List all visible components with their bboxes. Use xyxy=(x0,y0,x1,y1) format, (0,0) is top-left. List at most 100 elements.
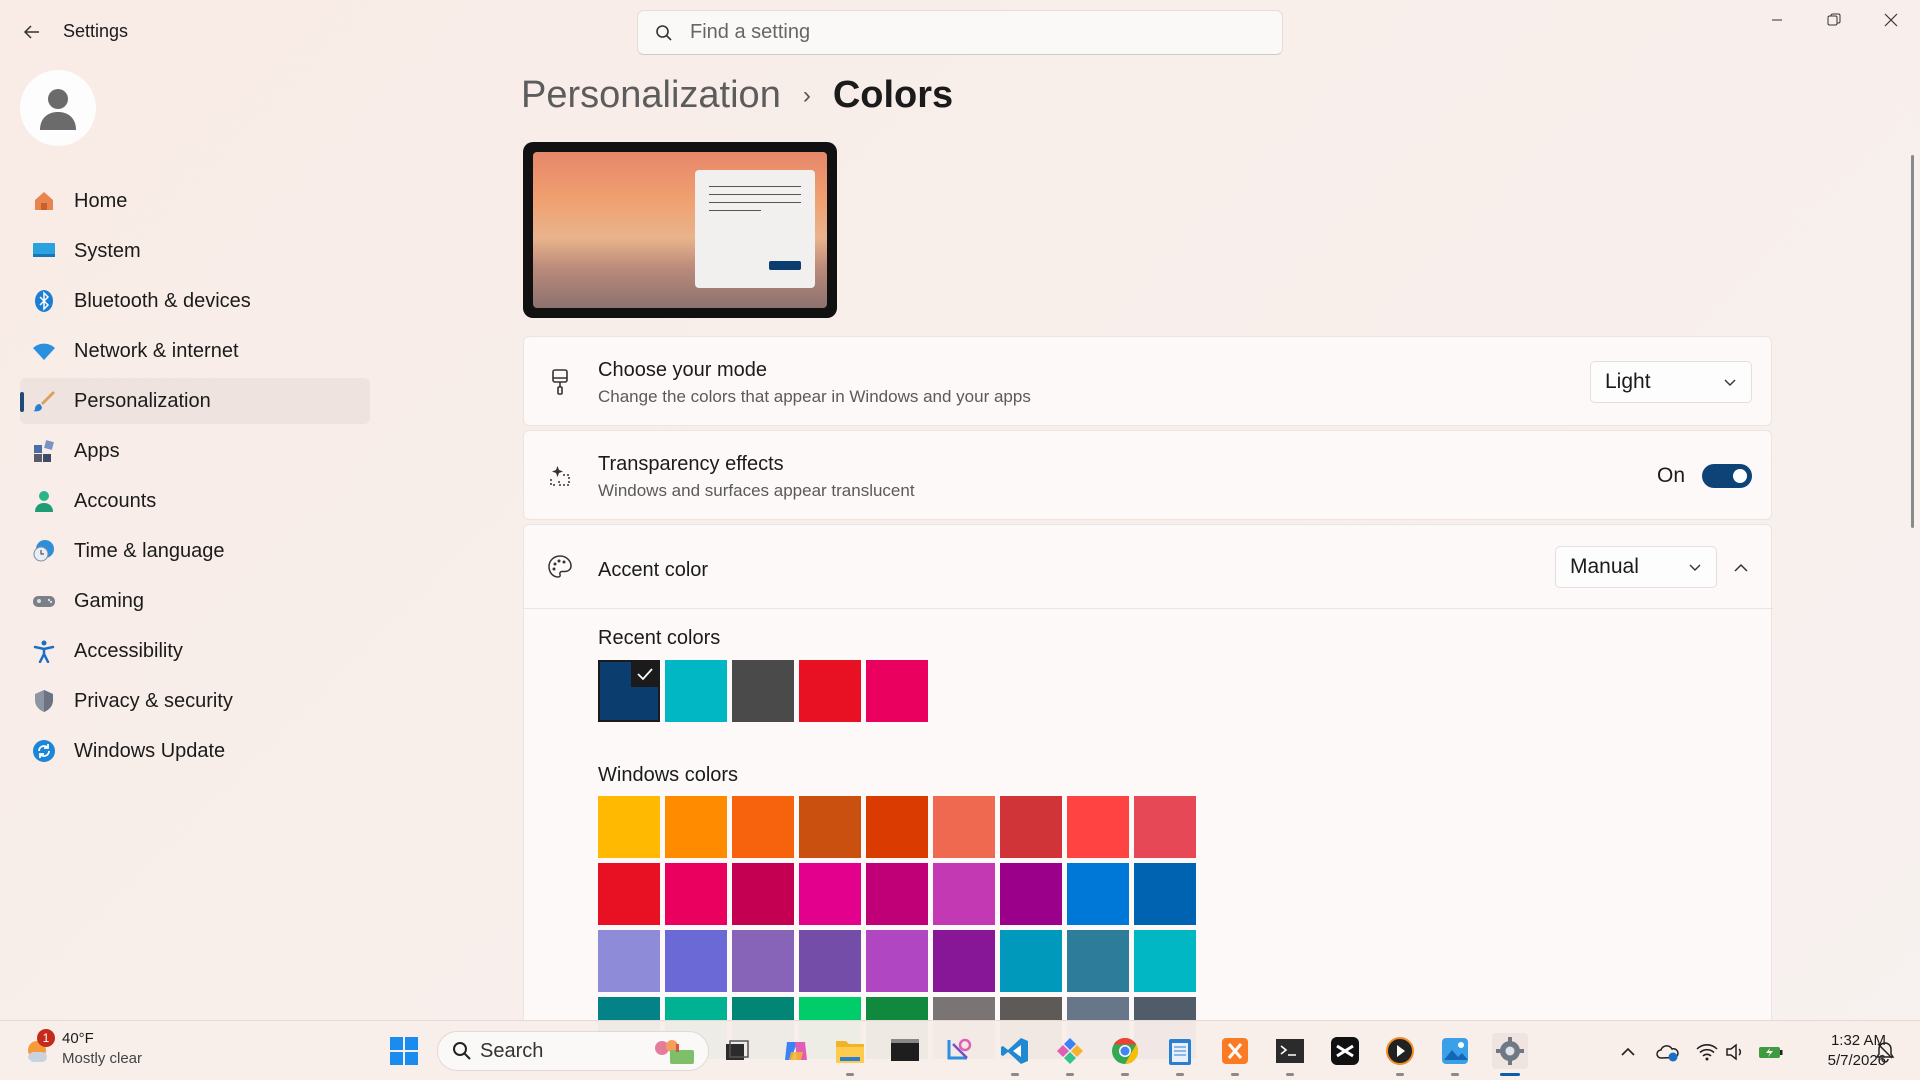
windows-color-swatch[interactable] xyxy=(1000,796,1062,858)
windows-color-swatch[interactable] xyxy=(732,863,794,925)
file-explorer-button[interactable] xyxy=(832,1033,868,1076)
windows-color-swatch[interactable] xyxy=(1134,930,1196,992)
running-indicator xyxy=(1121,1073,1129,1076)
volume-tray[interactable] xyxy=(1723,1039,1749,1065)
sidebar-item-label: Time & language xyxy=(74,539,225,562)
sidebar-item-windows-update[interactable]: Windows Update xyxy=(20,728,370,774)
cmd-button[interactable] xyxy=(1272,1033,1308,1076)
recent-color-swatch[interactable] xyxy=(866,660,928,722)
sidebar-item-system[interactable]: System xyxy=(20,228,370,274)
sidebar-item-privacy-security[interactable]: Privacy & security xyxy=(20,678,370,724)
sidebar-item-label: Privacy & security xyxy=(74,689,233,712)
recent-color-swatch[interactable] xyxy=(732,660,794,722)
sidebar-item-accounts[interactable]: Accounts xyxy=(20,478,370,524)
chevron-down-icon xyxy=(1724,379,1736,386)
back-button[interactable] xyxy=(14,14,50,50)
accent-dropdown[interactable]: Manual xyxy=(1555,546,1717,588)
windows-color-swatch[interactable] xyxy=(1067,796,1129,858)
brush-icon xyxy=(32,389,56,413)
sidebar-item-time-language[interactable]: Time & language xyxy=(20,528,370,574)
windows-color-swatch[interactable] xyxy=(1134,863,1196,925)
windows-color-swatch[interactable] xyxy=(1000,930,1062,992)
show-hidden-icons-button[interactable] xyxy=(1615,1039,1641,1065)
start-icon xyxy=(390,1037,418,1065)
title-bar: Settings xyxy=(0,0,1920,64)
search-input[interactable] xyxy=(690,21,1250,44)
transparency-toggle[interactable] xyxy=(1702,464,1752,488)
user-avatar[interactable] xyxy=(20,70,96,146)
windows-color-swatch[interactable] xyxy=(1134,796,1196,858)
notifications-button[interactable] xyxy=(1872,1039,1898,1065)
windows-color-swatch[interactable] xyxy=(732,930,794,992)
chrome-button[interactable] xyxy=(1107,1033,1143,1076)
windows-color-swatch[interactable] xyxy=(866,863,928,925)
accent-header[interactable]: Accent color Manual xyxy=(524,525,1773,609)
sidebar-item-home[interactable]: Home xyxy=(20,178,370,224)
windows-color-swatch[interactable] xyxy=(732,796,794,858)
scrollbar[interactable] xyxy=(1911,155,1914,528)
wifi-tray[interactable] xyxy=(1694,1039,1720,1065)
windows-color-swatch[interactable] xyxy=(665,863,727,925)
taskbar-search[interactable]: Search xyxy=(437,1031,709,1071)
windows-color-swatch[interactable] xyxy=(598,796,660,858)
weather-widget[interactable]: 1 40°F Mostly clear xyxy=(22,1029,142,1069)
windows-color-swatch[interactable] xyxy=(1067,930,1129,992)
windows-color-swatch[interactable] xyxy=(866,930,928,992)
sidebar-item-apps[interactable]: Apps xyxy=(20,428,370,474)
windows-color-swatch[interactable] xyxy=(799,863,861,925)
sidebar-item-label: Windows Update xyxy=(74,739,226,762)
app-title: Settings xyxy=(63,21,129,41)
terminal-button[interactable] xyxy=(887,1033,923,1069)
sidebar-item-bluetooth[interactable]: Bluetooth & devices xyxy=(20,278,370,324)
windows-color-swatch[interactable] xyxy=(1067,863,1129,925)
media-player-button[interactable] xyxy=(1382,1033,1418,1076)
windows-color-swatch[interactable] xyxy=(598,930,660,992)
breadcrumb-separator: › xyxy=(802,81,811,109)
capcut-button[interactable] xyxy=(1327,1033,1363,1069)
windows-color-swatch[interactable] xyxy=(933,863,995,925)
close-button[interactable] xyxy=(1863,0,1919,40)
windows-color-swatch[interactable] xyxy=(799,930,861,992)
sidebar-item-personalization[interactable]: Personalization xyxy=(20,378,370,424)
sidebar-item-label: System xyxy=(74,239,141,262)
sidebar-item-gaming[interactable]: Gaming xyxy=(20,578,370,624)
search-box[interactable] xyxy=(637,10,1283,55)
windows-color-swatch[interactable] xyxy=(665,930,727,992)
xampp-button[interactable] xyxy=(1217,1033,1253,1076)
mode-dropdown[interactable]: Light xyxy=(1590,361,1752,403)
windows-color-swatch[interactable] xyxy=(933,930,995,992)
recent-color-swatch[interactable] xyxy=(598,660,660,722)
recent-color-swatch[interactable] xyxy=(665,660,727,722)
windows-color-swatch[interactable] xyxy=(598,863,660,925)
breadcrumb-parent[interactable]: Personalization xyxy=(521,74,781,117)
sidebar-item-accessibility[interactable]: Accessibility xyxy=(20,628,370,674)
task-view-button[interactable] xyxy=(719,1033,755,1069)
windows-color-swatch[interactable] xyxy=(1000,863,1062,925)
onedrive-tray[interactable] xyxy=(1655,1039,1681,1065)
minimize-button[interactable] xyxy=(1749,0,1805,40)
windows-color-swatch[interactable] xyxy=(665,796,727,858)
task-view-icon xyxy=(726,1040,749,1060)
snipping-tool-button[interactable] xyxy=(942,1033,978,1069)
windows-color-swatch[interactable] xyxy=(933,796,995,858)
search-icon xyxy=(453,1042,471,1060)
recent-color-swatch[interactable] xyxy=(799,660,861,722)
cmd-icon xyxy=(1276,1039,1304,1063)
vscode-button[interactable] xyxy=(997,1033,1033,1076)
windows-color-swatch[interactable] xyxy=(799,796,861,858)
file-explorer-icon xyxy=(836,1041,864,1063)
restore-button[interactable] xyxy=(1806,0,1862,40)
breadcrumb: Personalization › Colors xyxy=(521,74,953,117)
transparency-state-label: On xyxy=(1657,464,1686,487)
photos-button[interactable] xyxy=(1437,1033,1473,1076)
app-button[interactable] xyxy=(1052,1033,1088,1076)
minimize-icon xyxy=(1772,19,1782,21)
notepad-button[interactable] xyxy=(1162,1033,1198,1076)
windows-color-swatch[interactable] xyxy=(866,796,928,858)
collapse-button[interactable] xyxy=(1724,551,1758,585)
battery-tray[interactable] xyxy=(1758,1039,1784,1065)
copilot-button[interactable] xyxy=(778,1033,814,1069)
settings-button[interactable] xyxy=(1492,1033,1528,1076)
sidebar-item-network[interactable]: Network & internet xyxy=(20,328,370,374)
start-button[interactable] xyxy=(386,1033,422,1069)
